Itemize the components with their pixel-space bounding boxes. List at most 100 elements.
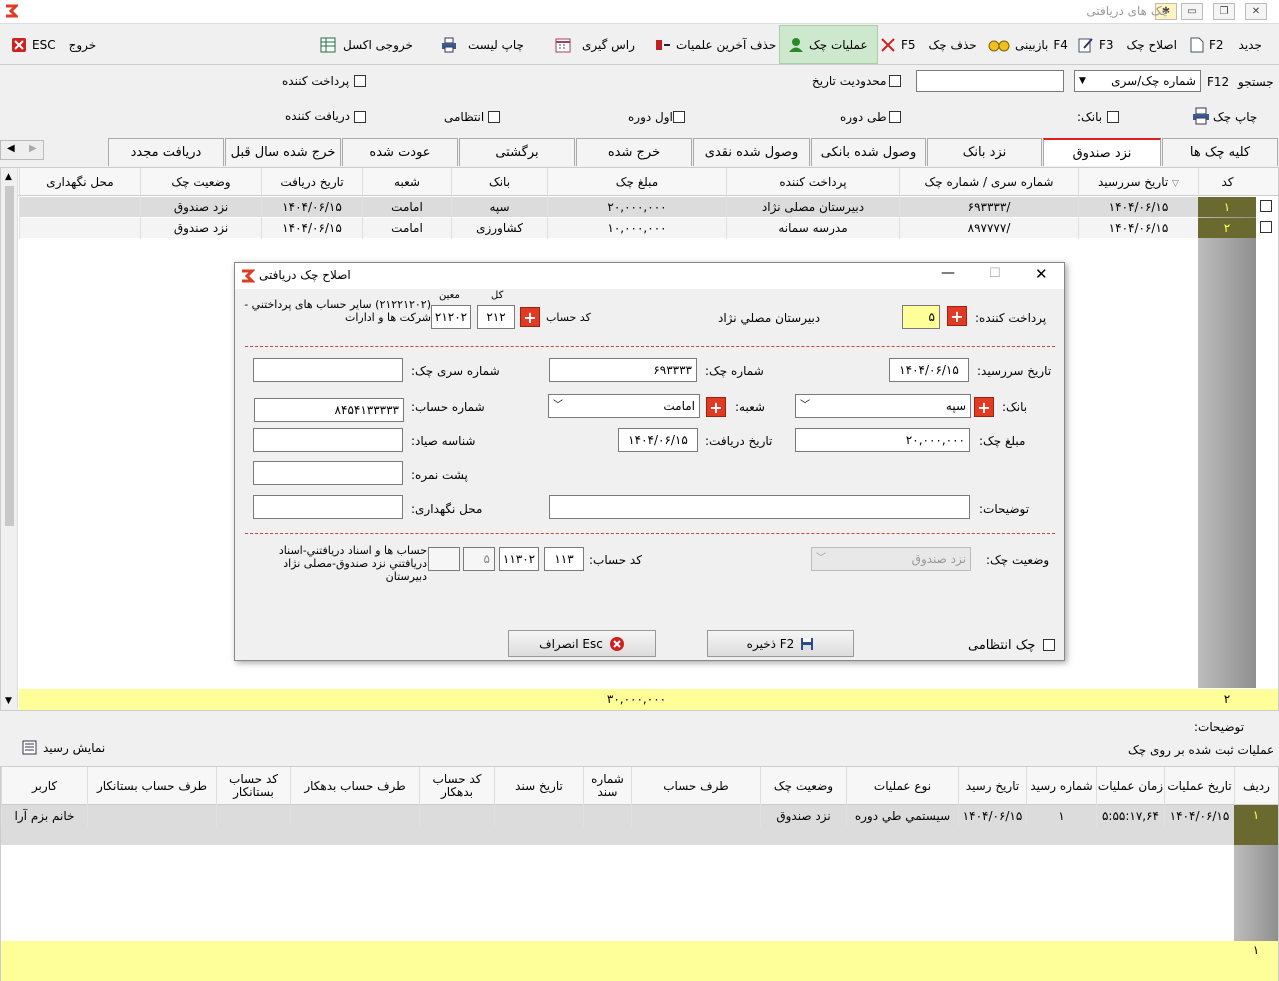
new-button[interactable]: F2 جدید — [1190, 25, 1262, 64]
ops-col-credit-code[interactable]: کد حساب بستانکار — [216, 767, 290, 805]
ops-col-row[interactable]: ردیف — [1234, 767, 1278, 805]
row-select-checkbox[interactable] — [1260, 221, 1272, 233]
regular-checkbox[interactable] — [488, 111, 500, 123]
row-code-cell[interactable]: ۱ — [1198, 197, 1256, 217]
ops-col-party[interactable]: طرف حساب — [631, 767, 760, 805]
tab-at-bank[interactable]: نزد بانک — [927, 138, 1042, 166]
print-check-icon[interactable] — [1192, 107, 1210, 125]
col-serial[interactable]: شماره سری / شماره چک — [899, 168, 1078, 196]
ops-col-receipt-no[interactable]: شماره رسید — [1026, 767, 1096, 805]
scroll-down-icon[interactable]: ▼ — [5, 696, 12, 706]
arrow-left-icon[interactable]: ◀ — [7, 143, 15, 154]
sayad-input[interactable] — [253, 428, 403, 452]
tab-bank-collected[interactable]: وصول شده بانکی — [811, 138, 926, 166]
col-receive-date[interactable]: تاریخ دریافت — [261, 168, 362, 196]
tab-all-checks[interactable]: کلیه چک ها — [1162, 138, 1278, 166]
col-code[interactable]: کد — [1198, 168, 1256, 196]
payer-code-input[interactable]: ۵ — [902, 305, 940, 329]
dialog-minimize-button[interactable]: — — [941, 265, 955, 281]
cancel-button[interactable]: انصراف Esc — [508, 630, 656, 657]
col-bank[interactable]: بانک — [451, 168, 547, 196]
show-receipt-button[interactable]: نمایش رسید — [22, 740, 105, 755]
tab-cash-box[interactable]: نزد صندوق — [1043, 138, 1161, 166]
col-status[interactable]: وضعیت چک — [140, 168, 261, 196]
tab-spent-last-year[interactable]: خرج شده سال قبل — [225, 138, 341, 166]
first-period-checkbox[interactable] — [673, 111, 685, 123]
add-branch-button[interactable]: + — [706, 397, 726, 417]
ops-col-user[interactable]: کاربر — [1, 767, 87, 805]
excel-export-button[interactable]: خروجی اکسل — [320, 25, 413, 64]
status-select[interactable]: نزد صندوق ﹀ — [811, 547, 971, 571]
col-payer[interactable]: پرداخت کننده — [726, 168, 899, 196]
add-payer-button[interactable]: + — [947, 306, 967, 326]
tab-received-again[interactable]: دریافت مجدد — [108, 138, 224, 166]
add-bank-button[interactable]: + — [974, 397, 994, 417]
ops-col-receipt-date[interactable]: تاریخ رسید — [958, 767, 1026, 805]
col-branch[interactable]: شعبه — [362, 168, 451, 196]
ops-col-status[interactable]: وضعیت چک — [760, 767, 846, 805]
review-button[interactable]: بازبینی F4 — [988, 25, 1068, 64]
dialog-maximize-button[interactable]: ☐ — [989, 266, 1001, 281]
bank-checkbox[interactable] — [1107, 111, 1119, 123]
col-storage[interactable]: محل نگهداری — [19, 168, 140, 196]
row-code-cell[interactable]: ۲ — [1198, 218, 1256, 238]
ops-col-debit-party[interactable]: طرف حساب بدهکار — [290, 767, 419, 805]
tab-scroll[interactable]: ◀ ▶ — [0, 140, 44, 160]
search-input[interactable] — [916, 70, 1064, 92]
print-check-label[interactable]: چاپ چک — [1213, 110, 1257, 124]
ops-col-credit-party[interactable]: طرف حساب بستانکار — [87, 767, 216, 805]
due-calc-button[interactable]: راس گیری — [555, 25, 635, 64]
payer-checkbox[interactable] — [354, 75, 366, 87]
back-no-input[interactable] — [253, 461, 403, 485]
tab-spent[interactable]: خرج شده — [576, 138, 692, 166]
ops-col-doc-no[interactable]: شماره سند — [583, 767, 631, 805]
edit-check-button[interactable]: F3 اصلاح چک — [1078, 25, 1177, 64]
kol-input[interactable]: ۲۱۲ — [477, 305, 515, 329]
scrollbar-thumb[interactable] — [5, 186, 14, 526]
ops-col-debit-code[interactable]: کد حساب بدهکار — [419, 767, 494, 805]
ops-col-time[interactable]: زمان عملیات — [1096, 767, 1164, 805]
exit-button[interactable]: ESC خروج — [11, 25, 96, 64]
acc-code-4-input[interactable] — [428, 547, 460, 571]
date-limit-checkbox[interactable] — [889, 75, 901, 87]
desc-input[interactable] — [549, 495, 970, 519]
col-amount[interactable]: مبلغ چک — [547, 168, 726, 196]
check-operations-button[interactable]: عملیات چک — [779, 25, 878, 64]
arrow-right-icon[interactable]: ▶ — [29, 143, 37, 154]
scroll-up-icon[interactable]: ▲ — [5, 172, 12, 182]
branch-select[interactable]: امامت ﹀ — [548, 394, 700, 418]
ops-col-op-type[interactable]: نوع عملیات — [846, 767, 958, 805]
storage-input[interactable] — [253, 495, 403, 519]
grid-scrollbar[interactable]: ▲ ▼ — [1, 168, 18, 710]
account-no-input[interactable]: ۸۴۵۴۱۳۳۳۳۳ — [254, 398, 404, 422]
close-window-button[interactable]: ✕ — [1245, 3, 1267, 20]
series-input[interactable] — [253, 358, 403, 382]
acc-code-1-input[interactable]: ۱۱۳ — [544, 547, 584, 571]
acc-code-2-input[interactable]: ۱۱۳۰۲ — [499, 547, 539, 571]
row-select-checkbox[interactable] — [1260, 200, 1272, 212]
delete-check-button[interactable]: F5 حذف چک — [880, 25, 977, 64]
ops-col-doc-date[interactable]: تاریخ سند — [494, 767, 583, 805]
search-type-select[interactable]: شماره چک/سری ▼ — [1074, 70, 1201, 92]
dialog-close-button[interactable]: ✕ — [1035, 265, 1048, 283]
acc-code-3-input[interactable]: ۵ — [463, 547, 495, 571]
minimize-window-button[interactable]: ▭ — [1181, 3, 1203, 20]
tab-refunded[interactable]: عودت شده — [342, 138, 458, 166]
restore-window-button[interactable]: ❐ — [1213, 3, 1235, 20]
tab-returned[interactable]: برگشتی — [459, 138, 575, 166]
add-account-button[interactable]: + — [520, 307, 540, 327]
tab-cash-collected[interactable]: وصول شده نقدی — [693, 138, 810, 166]
col-due-date[interactable]: تاریخ سررسید ▽ — [1078, 168, 1198, 196]
bank-select[interactable]: سپه ﹀ — [795, 394, 971, 418]
receive-date-input[interactable]: ۱۴۰۴/۰۶/۱۵ — [618, 428, 698, 452]
ops-col-date[interactable]: تاریخ عملیات — [1164, 767, 1234, 805]
save-button[interactable]: ذخیره F2 — [707, 630, 854, 657]
print-list-button[interactable]: چاپ لیست — [441, 25, 524, 64]
regular-check-checkbox[interactable] — [1043, 639, 1055, 651]
amount-input[interactable]: ۲۰,۰۰۰,۰۰۰ — [795, 428, 970, 452]
check-no-input[interactable]: ۶۹۳۳۳۳ — [549, 358, 697, 382]
receiver-checkbox[interactable] — [354, 111, 366, 123]
moein-input[interactable]: ۲۱۲۰۲ — [431, 305, 471, 329]
ops-row-num[interactable]: ۱ — [1234, 805, 1278, 845]
delete-last-operation-button[interactable]: حذف آخرین علمیات — [655, 25, 776, 64]
